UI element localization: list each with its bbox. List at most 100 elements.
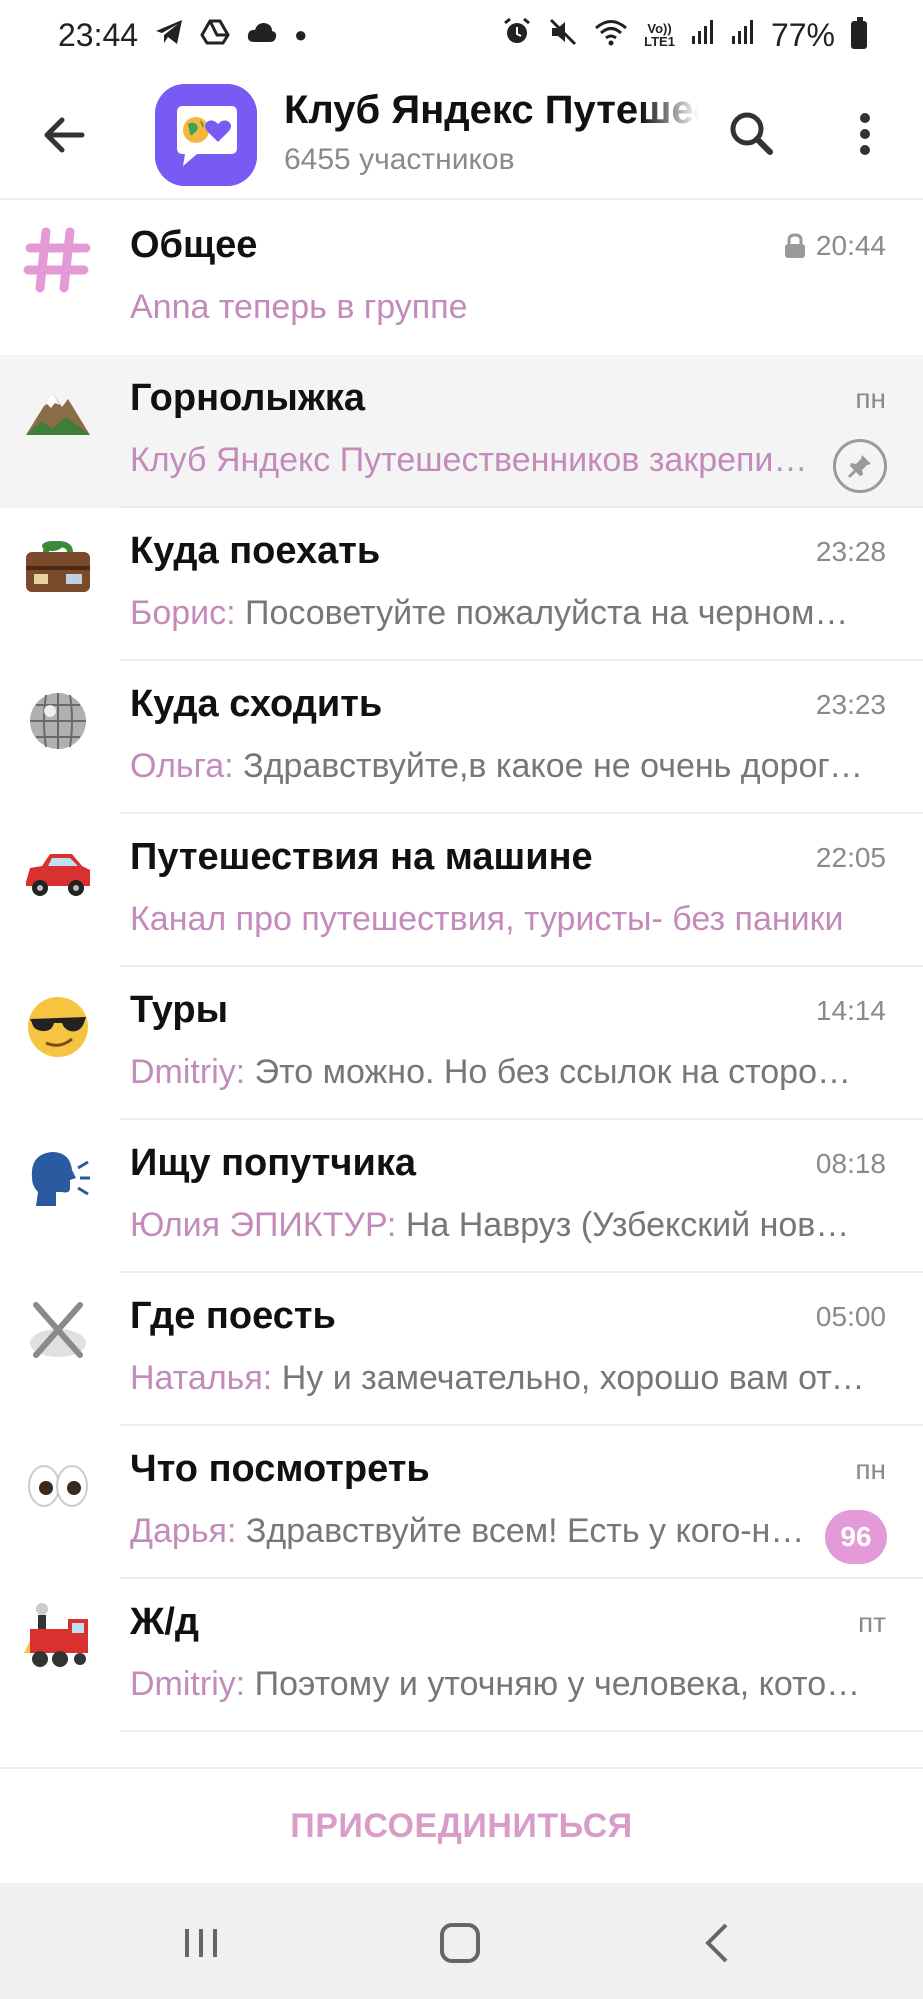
topic-list: Общее 20:44 Anna теперь в группе Горнолы… xyxy=(0,202,923,1732)
topic-time: пн xyxy=(855,383,886,414)
topic-row-kuda-poekhat[interactable]: Куда поехать 23:28 Борис: Посоветуйте по… xyxy=(0,508,923,661)
topic-row-puteshestviya-na-mashine[interactable]: Путешествия на машине 22:05 Канал про пу… xyxy=(0,814,923,967)
chevron-left-icon xyxy=(705,1923,728,1963)
join-button[interactable]: ПРИСОЕДИНИТЬСЯ xyxy=(0,1767,923,1883)
signal-icon xyxy=(691,18,715,52)
status-right: Vo)) LTE1 77% xyxy=(502,17,867,54)
topic-time: 08:18 xyxy=(815,1148,886,1179)
globe-heart-logo-icon xyxy=(155,84,257,186)
topic-row-gde-poest[interactable]: Где поесть 05:00 Наталья: Ну и замечател… xyxy=(0,1273,923,1426)
group-title[interactable]: Клуб Яндекс Путешественников xyxy=(284,88,699,140)
recent-apps-button[interactable] xyxy=(171,1913,231,1973)
topic-name: Общее xyxy=(130,224,258,266)
sunglasses-face-icon xyxy=(22,989,94,1061)
status-bar: 23:44 ● Vo)) LTE1 77% xyxy=(0,0,923,70)
locomotive-icon xyxy=(22,1601,94,1673)
dot-icon: ● xyxy=(294,22,308,47)
topic-time: 14:14 xyxy=(815,995,886,1026)
topic-preview: Ольга: Здравствуйте,в какое не очень дор… xyxy=(130,747,865,786)
topic-name: Горнолыжка xyxy=(130,377,365,419)
divider xyxy=(120,1730,923,1732)
topic-preview: Наталья: Ну и замечательно, хорошо вам о… xyxy=(130,1359,865,1398)
suitcase-icon xyxy=(22,530,94,602)
recent-apps-icon xyxy=(185,1929,217,1957)
topic-name: Туры xyxy=(130,989,229,1031)
home-button[interactable] xyxy=(430,1913,490,1973)
topic-time: 23:28 xyxy=(815,536,886,567)
topic-preview: Юлия ЭПИКТУР: На Навруз (Узбекский новый… xyxy=(130,1206,865,1245)
topic-preview: Канал про путешествия, туристы- без пани… xyxy=(130,900,844,938)
message-text: На Навруз (Узбекский новый год) xyxy=(405,1206,865,1244)
topic-preview: Dmitriy: Это можно. Но без ссылок на сто… xyxy=(130,1053,865,1092)
sender-name: Наталья: xyxy=(130,1359,273,1397)
cloud-icon xyxy=(246,20,278,50)
mountain-icon xyxy=(22,377,94,449)
message-text: Здравствуйте всем! Есть у кого-нибудь xyxy=(245,1512,810,1550)
topic-name: Путешествия на машине xyxy=(130,836,593,878)
topic-time: пт xyxy=(858,1607,886,1638)
topic-name: Куда сходить xyxy=(130,683,383,725)
topic-name: Где поесть xyxy=(130,1295,336,1337)
topic-preview: Anna теперь в группе xyxy=(130,288,468,326)
message-text: Здравствуйте,в какое не очень дорогое ме… xyxy=(243,747,865,785)
wifi-icon xyxy=(594,18,628,52)
system-back-button[interactable] xyxy=(688,1913,748,1973)
car-icon xyxy=(22,836,94,908)
eyes-icon xyxy=(22,1448,94,1520)
mute-icon xyxy=(548,17,578,53)
system-nav-bar xyxy=(0,1883,923,1999)
topic-row-obshchee[interactable]: Общее 20:44 Anna теперь в группе xyxy=(0,202,923,355)
topic-preview: Клуб Яндекс Путешественников закрепил(а)… xyxy=(130,441,810,479)
battery-icon xyxy=(851,17,867,49)
search-button[interactable] xyxy=(722,104,782,164)
search-icon xyxy=(730,112,773,155)
more-options-button[interactable] xyxy=(840,104,890,164)
drive-icon xyxy=(200,18,230,52)
alarm-icon xyxy=(502,17,532,53)
topic-preview: Дарья: Здравствуйте всем! Есть у кого-ни… xyxy=(130,1512,810,1551)
topic-row-ishchu-poputchika[interactable]: Ищу попутчика 08:18 Юлия ЭПИКТУР: На Нав… xyxy=(0,1120,923,1273)
topic-time: пн xyxy=(855,1454,886,1485)
member-count: 6455 участников xyxy=(284,143,515,176)
topic-name: Что посмотреть xyxy=(130,1448,430,1490)
topic-time: 23:23 xyxy=(815,689,886,720)
message-text: Посоветуйте пожалуйста на черноморском п… xyxy=(245,594,865,632)
topic-row-kuda-skhodit[interactable]: Куда сходить 23:23 Ольга: Здравствуйте,в… xyxy=(0,661,923,814)
pin-icon xyxy=(833,439,887,493)
speaking-head-icon xyxy=(22,1142,94,1214)
battery-percent: 77% xyxy=(770,16,835,53)
status-time: 23:44 xyxy=(58,16,139,53)
topic-row-tury[interactable]: Туры 14:14 Dmitriy: Это можно. Но без сс… xyxy=(0,967,923,1120)
topic-name: Куда поехать xyxy=(130,530,381,572)
topic-preview: Dmitriy: Поэтому и уточняю у человека, к… xyxy=(130,1665,865,1704)
message-text: Поэтому и уточняю у человека, который бы… xyxy=(254,1665,865,1703)
lte-icon: Vo)) LTE1 xyxy=(644,21,675,49)
topic-name: Ищу попутчика xyxy=(130,1142,416,1184)
topic-row-gornolyzhka[interactable]: Горнолыжка пн Клуб Яндекс Путешественник… xyxy=(0,355,923,508)
home-icon xyxy=(440,1923,480,1963)
sender-name: Dmitriy: xyxy=(130,1053,246,1091)
back-button[interactable] xyxy=(36,105,96,165)
sender-name: Дарья: xyxy=(130,1512,237,1550)
message-text: Это можно. Но без ссылок на сторонние ре… xyxy=(254,1053,865,1091)
sender-name: Борис: xyxy=(130,594,236,632)
arrow-left-icon xyxy=(44,117,85,153)
topic-time: 22:05 xyxy=(815,842,886,873)
topic-time-wrap: 20:44 xyxy=(784,230,886,262)
telegram-icon xyxy=(154,18,184,52)
message-text: Ну и замечательно, хорошо вам отдохнуть xyxy=(281,1359,865,1397)
sender-name: Юлия ЭПИКТУР: xyxy=(130,1206,397,1244)
status-left: 23:44 ● xyxy=(58,17,307,54)
lock-icon xyxy=(784,233,806,259)
signal-icon xyxy=(731,18,755,52)
topic-time: 05:00 xyxy=(815,1301,886,1332)
topic-preview: Борис: Посоветуйте пожалуйста на черномо… xyxy=(130,594,865,633)
topic-time: 20:44 xyxy=(815,230,886,261)
chat-header: Клуб Яндекс Путешественников 6455 участн… xyxy=(0,70,923,200)
unread-badge: 96 xyxy=(825,1510,887,1564)
topic-row-zhd[interactable]: Ж/д пт Dmitriy: Поэтому и уточняю у чело… xyxy=(0,1579,923,1732)
disco-ball-icon xyxy=(22,683,94,755)
sender-name: Dmitriy: xyxy=(130,1665,246,1703)
group-avatar[interactable] xyxy=(155,84,257,186)
topic-row-chto-posmotret[interactable]: Что посмотреть пн Дарья: Здравствуйте вс… xyxy=(0,1426,923,1579)
